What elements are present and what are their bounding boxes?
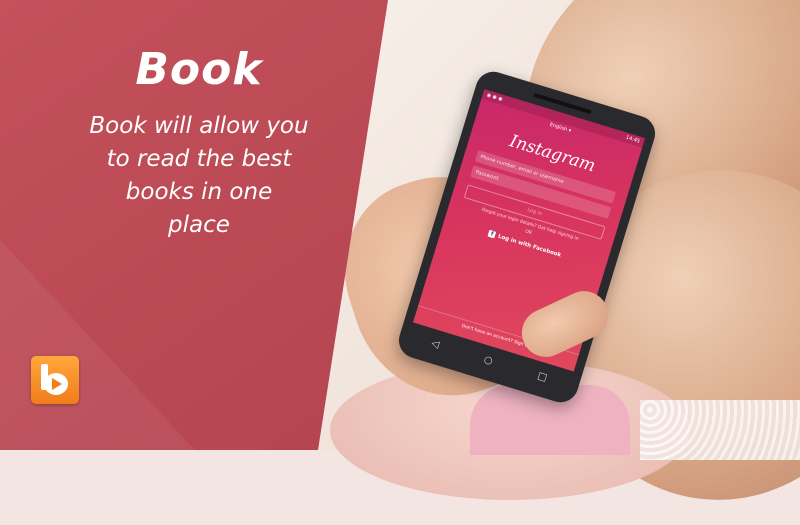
facebook-icon: f: [487, 229, 497, 239]
subtitle-line: to read the best: [106, 146, 292, 172]
back-icon[interactable]: ◁: [430, 337, 441, 350]
subtitle-line: place: [168, 212, 230, 238]
subtitle-line: Book will allow you: [89, 113, 309, 139]
home-icon[interactable]: ○: [483, 354, 495, 367]
banner-subtitle: Book will allow you to read the best boo…: [40, 110, 358, 242]
status-time: 14:45: [625, 134, 641, 145]
lace-shape: [640, 400, 800, 460]
subtitle-line: books in one: [125, 179, 273, 205]
recents-icon[interactable]: □: [536, 370, 548, 383]
status-icons: ◉ ◉ ◉: [485, 92, 504, 103]
banner-title: Book: [135, 44, 263, 95]
book-play-logo-icon: [31, 356, 79, 404]
